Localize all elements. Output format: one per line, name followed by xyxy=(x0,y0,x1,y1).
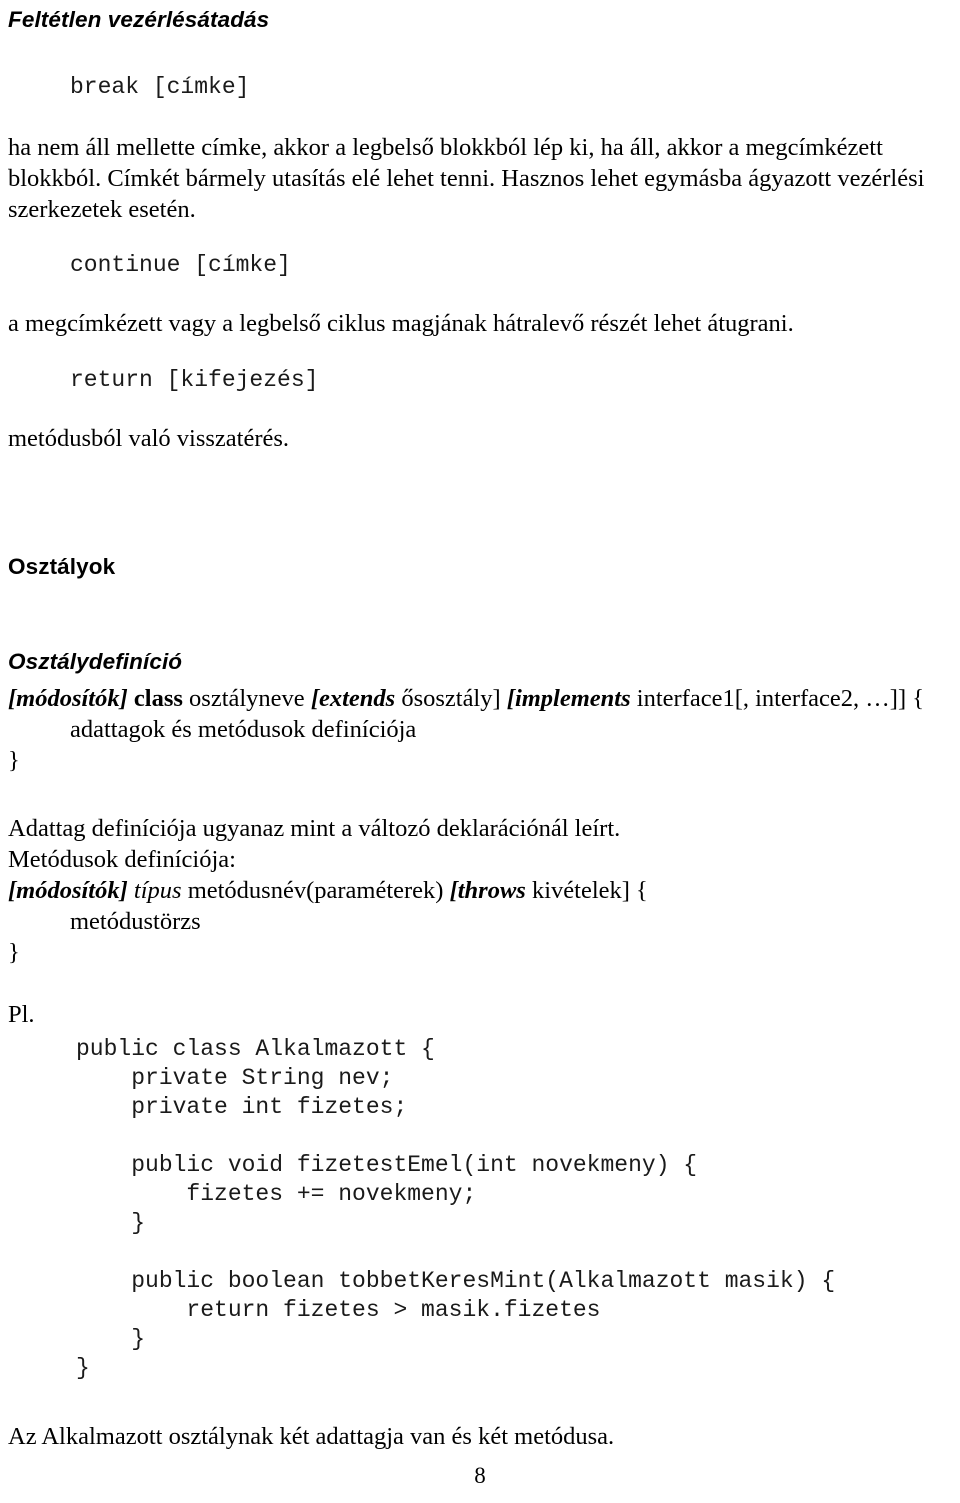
method-definition-note: Metódusok definíciója: xyxy=(8,846,236,873)
code-continue-syntax: continue [címke] xyxy=(70,252,291,278)
page-number: 8 xyxy=(474,1463,486,1488)
field-definition-note: Adattag definíciója ugyanaz mint a válto… xyxy=(8,815,621,842)
class-syntax-extends-keyword: [extends xyxy=(310,685,396,712)
method-syntax-type: típus xyxy=(127,877,182,904)
return-description: metódusból való visszatérés. xyxy=(8,425,290,452)
example-code-block: public class Alkalmazott { private Strin… xyxy=(76,1036,836,1381)
closing-note: Az Alkalmazott osztálynak két adattagja … xyxy=(8,1423,615,1450)
method-body-line: metódustörzs xyxy=(70,908,201,935)
break-description: ha nem áll mellette címke, akkor a legbe… xyxy=(8,134,925,223)
class-close-brace: } xyxy=(8,747,20,774)
code-return-syntax: return [kifejezés] xyxy=(70,367,319,393)
method-syntax-line: [módosítók] típus metódusnév(paraméterek… xyxy=(8,875,938,906)
method-syntax-signature: metódusnév(paraméterek) xyxy=(181,877,450,904)
continue-description: a megcímkézett vagy a legbelső ciklus ma… xyxy=(8,310,794,337)
class-syntax-superclass: ősosztály] xyxy=(395,685,507,712)
classes-heading: Osztályok xyxy=(8,554,116,579)
method-syntax-throws-keyword: [throws xyxy=(449,877,526,904)
section-heading: Feltétlen vezérlésátadás xyxy=(8,7,270,32)
class-syntax-class-keyword: class xyxy=(133,685,183,712)
class-syntax-implements-keyword: [implements xyxy=(506,685,631,712)
class-syntax-interfaces: interface1[, interface2, …]] { xyxy=(630,685,924,712)
method-syntax-modifiers: [módosítók] xyxy=(8,877,128,904)
class-definition-heading: Osztálydefiníció xyxy=(8,649,183,674)
document-page: Feltétlen vezérlésátadás break [címke] h… xyxy=(0,0,960,1503)
code-break-syntax: break [címke] xyxy=(70,74,250,100)
class-syntax-modifiers: [módosítók] xyxy=(8,685,128,712)
class-syntax-line: [módosítók] class osztályneve [extends ő… xyxy=(8,683,938,714)
class-body-line: adattagok és metódusok definíciója xyxy=(70,716,417,743)
method-syntax-exceptions: kivételek] { xyxy=(525,877,648,904)
page-content: Feltétlen vezérlésátadás break [címke] h… xyxy=(8,0,938,1452)
class-syntax-class-name: osztályneve xyxy=(182,685,311,712)
method-close-brace: } xyxy=(8,939,20,966)
example-label: Pl. xyxy=(8,1001,35,1028)
